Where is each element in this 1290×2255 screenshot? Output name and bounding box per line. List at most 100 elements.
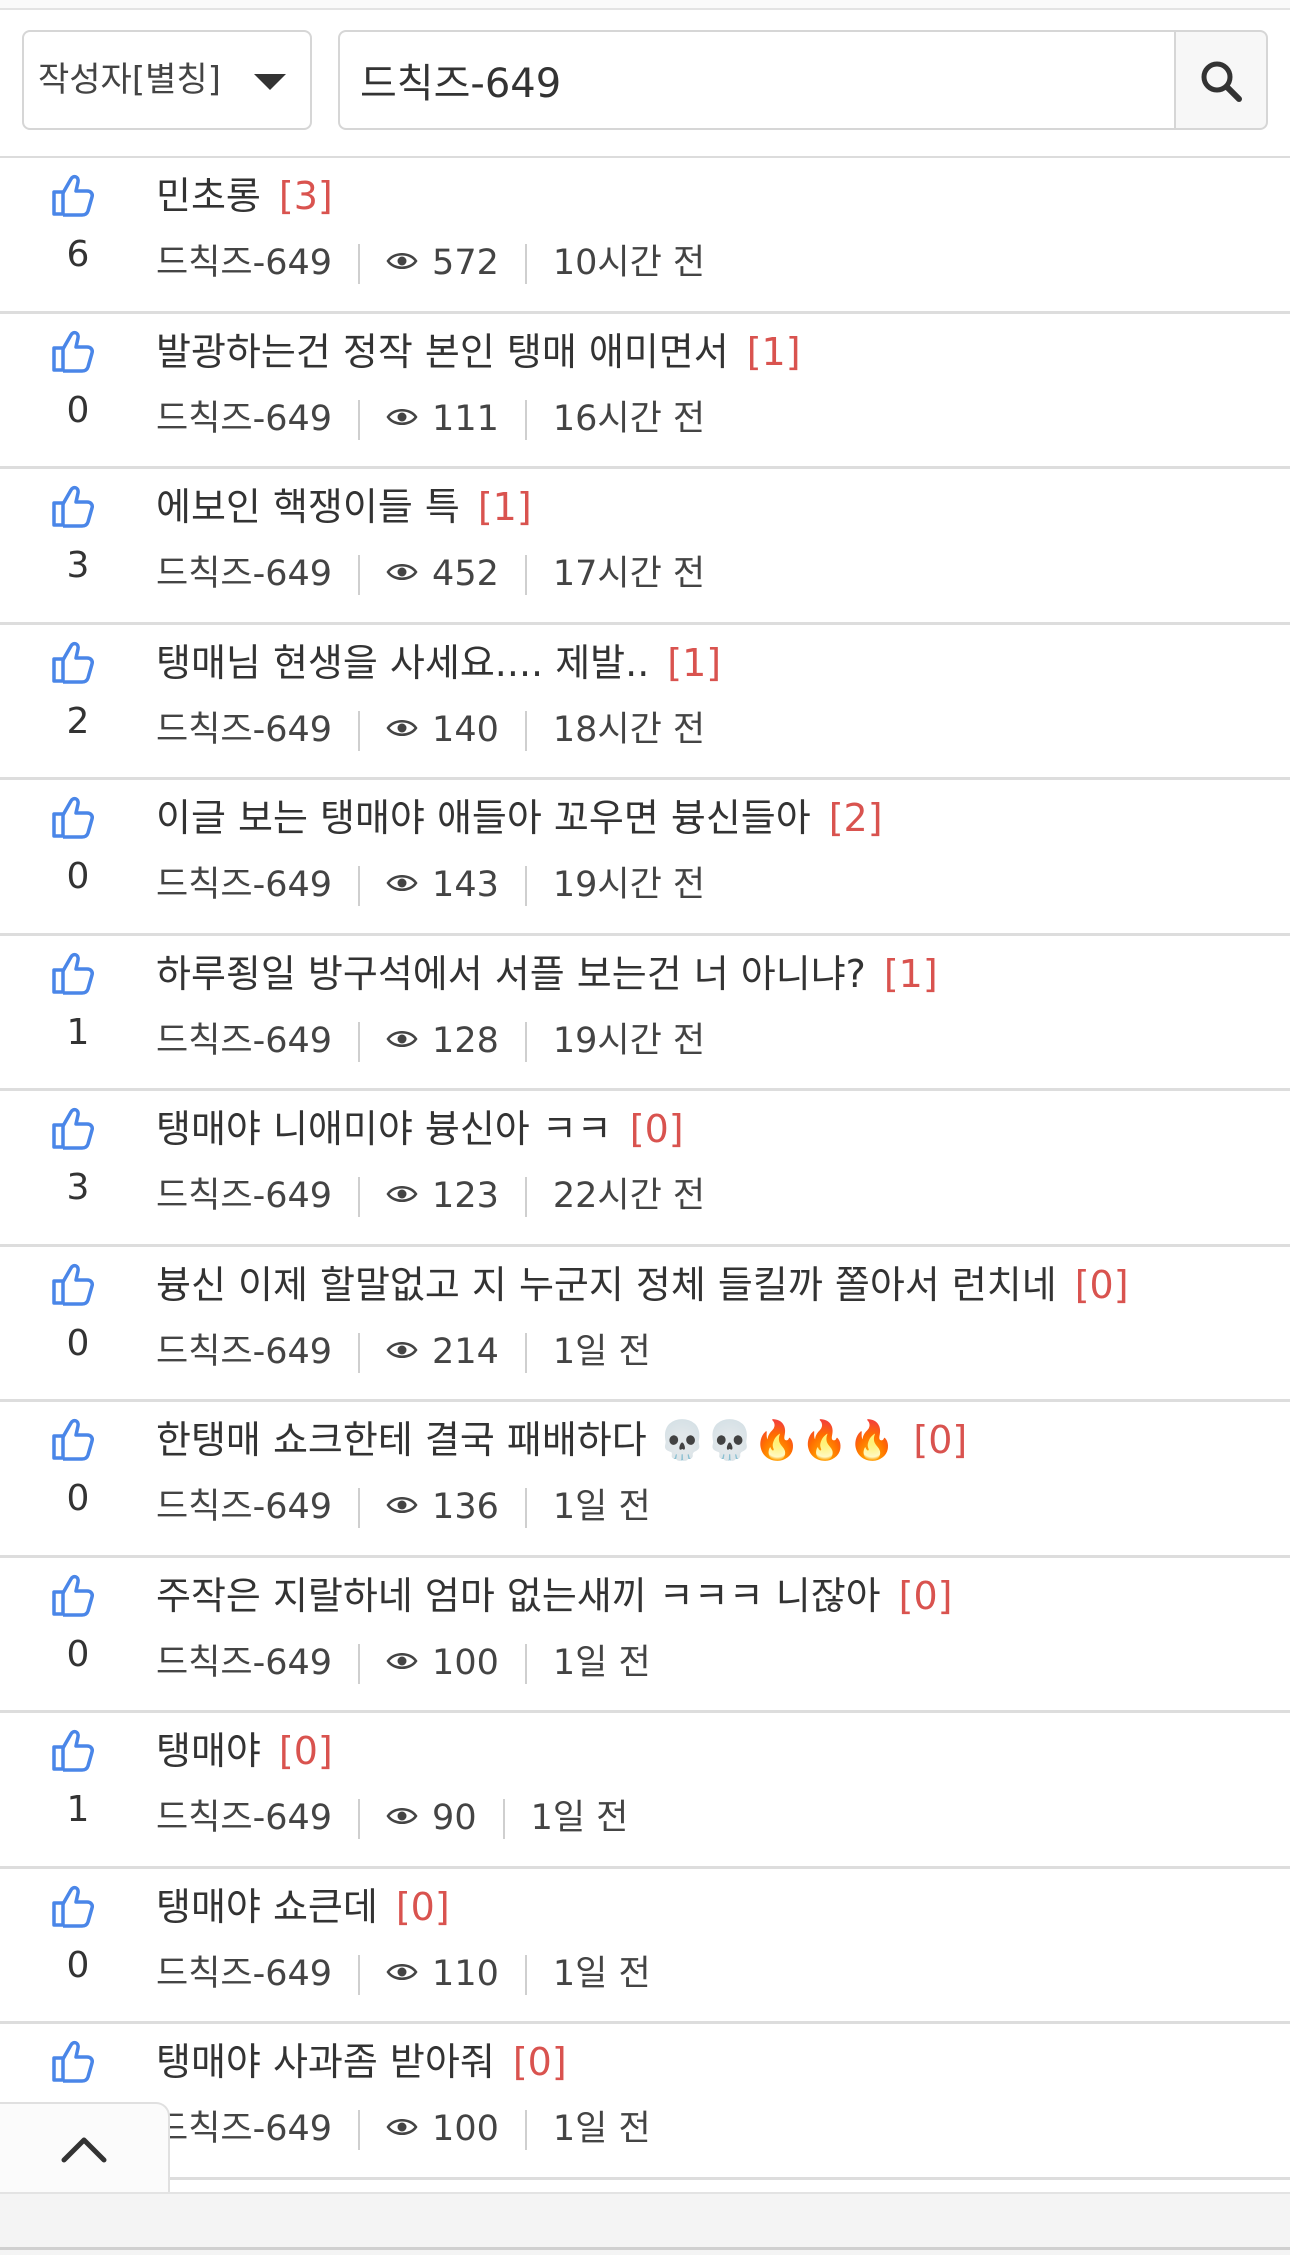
post-author[interactable]: 드칙즈-649 [156, 710, 332, 750]
like-count: 1 [66, 1789, 90, 1830]
post-title-link[interactable]: 탱매야 쇼큰데 [0] [156, 1877, 450, 1937]
eye-icon [386, 1808, 418, 1824]
post-time: 1일 전 [552, 2109, 651, 2149]
comment-count: [0] [512, 2040, 567, 2084]
comment-count: [1] [883, 951, 938, 996]
post-row[interactable]: 3 탱매야 니애미야 븅신아 ㅋㅋ [0] 드칙즈-649 123 22시간 전 [0, 1091, 1290, 1247]
post-title-link[interactable]: 민초롱 [3] [156, 166, 333, 226]
post-author[interactable]: 드칙즈-649 [156, 2109, 332, 2149]
eye-icon [386, 1497, 418, 1513]
post-time: 1일 전 [552, 1953, 651, 1994]
post-row[interactable]: 0 발광하는건 정작 본인 탱매 애미면서 [1] 드칙즈-649 111 16시간 전 [0, 314, 1290, 469]
meta-separator [524, 1177, 527, 1217]
comment-count: [0] [629, 1107, 684, 1151]
meta-separator [524, 555, 527, 595]
post-title-link[interactable]: 븅신 이제 할말없고 지 누군지 정체 들킬까 쫄아서 런치네 [0] [156, 1255, 1129, 1315]
post-title-link[interactable]: 이글 보는 탱매야 애들아 꼬우면 븅신들아 [2] [156, 788, 883, 848]
eye-icon [386, 253, 418, 269]
post-time: 1일 전 [552, 1331, 651, 1372]
post-row[interactable]: 1 탱매야 [0] 드칙즈-649 90 1일 전 [0, 1713, 1290, 1869]
post-row[interactable]: 탱매야 사과좀 받아줘 [0] 드칙즈-649 100 1일 전 [0, 2024, 1290, 2180]
post-title-link[interactable]: 탱매야 사과좀 받아줘 [0] [156, 2032, 567, 2092]
post-title: 하루죙일 방구석에서 서플 보는건 너 아니냐? [156, 951, 866, 996]
view-count: 572 [432, 243, 499, 283]
thumbs-up-icon[interactable] [50, 328, 96, 374]
meta-separator [358, 555, 361, 595]
post-author[interactable]: 드칙즈-649 [156, 243, 332, 283]
thumbs-up-icon[interactable] [50, 639, 96, 685]
thumbs-up-icon[interactable] [50, 794, 96, 840]
thumbs-up-icon[interactable] [50, 1105, 96, 1151]
post-row[interactable]: 1 하루죙일 방구석에서 서플 보는건 너 아니냐? [1] 드칙즈-649 128 19… [0, 936, 1290, 1091]
post-title: 탱매야 [156, 1729, 261, 1773]
view-count: 111 [432, 398, 499, 439]
post-row[interactable]: 0 븅신 이제 할말없고 지 누군지 정체 들킬까 쫄아서 런치네 [0] 드칙즈-6… [0, 1247, 1290, 1402]
thumbs-up-icon[interactable] [50, 950, 96, 996]
post-author[interactable]: 드칙즈-649 [156, 1954, 332, 1994]
post-row[interactable]: 0 주작은 지랄하네 엄마 없는새끼 ㅋㅋㅋ 니잖아 [0] 드칙즈-649 100 1일… [0, 1558, 1290, 1713]
post-title-link[interactable]: 에보인 핵쟁이들 특 [1] [156, 477, 532, 537]
post-meta: 드칙즈-649 136 1일 전 [156, 1482, 651, 1532]
post-title: 에보인 핵쟁이들 특 [156, 485, 460, 529]
search-input[interactable] [338, 30, 1174, 130]
post-author[interactable]: 드칙즈-649 [156, 1021, 332, 1061]
post-author[interactable]: 드칙즈-649 [156, 1798, 332, 1838]
search-filter-select[interactable]: 작성자[별칭] [22, 30, 312, 130]
meta-separator [524, 710, 527, 751]
view-count: 100 [432, 1642, 499, 1683]
thumbs-up-icon[interactable] [50, 1416, 96, 1462]
thumbs-up-icon[interactable] [50, 1572, 96, 1618]
thumbs-up-icon[interactable] [50, 1727, 96, 1773]
post-row[interactable]: 0 이글 보는 탱매야 애들아 꼬우면 븅신들아 [2] 드칙즈-649 143 19시간… [0, 780, 1290, 936]
post-title-link[interactable]: 하루죙일 방구석에서 서플 보는건 너 아니냐? [1] [156, 944, 938, 1004]
post-row[interactable]: 0 탱매야 쇼큰데 [0] 드칙즈-649 110 1일 전 [0, 1869, 1290, 2024]
post-time: 17시간 전 [552, 554, 706, 594]
thumbs-up-icon[interactable] [50, 483, 96, 529]
eye-icon [386, 1963, 418, 1980]
post-row[interactable]: 3 에보인 핵쟁이들 특 [1] 드칙즈-649 452 17시간 전 [0, 469, 1290, 625]
like-count: 2 [66, 700, 90, 742]
meta-separator [502, 1799, 505, 1839]
comment-count: [2] [828, 796, 883, 840]
post-row[interactable]: 2 탱매님 현생을 사세요.... 제발.. [1] 드칙즈-649 140 18시간 전 [0, 625, 1290, 780]
post-meta: 드칙즈-649 90 1일 전 [156, 1793, 628, 1843]
post-meta: 드칙즈-649 128 19시간 전 [156, 1016, 705, 1066]
eye-icon [386, 1341, 418, 1358]
post-title-link[interactable]: 탱매야 니애미야 븅신아 ㅋㅋ [0] [156, 1099, 684, 1159]
eye-icon [386, 2119, 418, 2135]
meta-separator [358, 710, 361, 751]
post-row[interactable]: 0 한탱매 쇼크한테 결국 패배하다 💀💀🔥🔥🔥 [0] 드칙즈-649 136 1일 전 [0, 1402, 1290, 1558]
scroll-to-top-button[interactable] [0, 2102, 170, 2192]
post-title-link[interactable]: 탱매님 현생을 사세요.... 제발.. [1] [156, 633, 721, 693]
search-button[interactable] [1174, 30, 1268, 130]
post-row[interactable]: 6 민초롱 [3] 드칙즈-649 572 10시간 전 [0, 158, 1290, 314]
comment-count: [1] [746, 329, 801, 374]
thumbs-up-icon[interactable] [50, 172, 96, 218]
post-title-link[interactable]: 발광하는건 정작 본인 탱매 애미면서 [1] [156, 322, 801, 382]
post-title-link[interactable]: 한탱매 쇼크한테 결국 패배하다 💀💀🔥🔥🔥 [0] [156, 1410, 967, 1470]
post-author[interactable]: 드칙즈-649 [156, 1643, 332, 1683]
eye-icon [386, 564, 418, 580]
post-author[interactable]: 드칙즈-649 [156, 1332, 332, 1372]
thumbs-up-icon[interactable] [50, 2038, 96, 2084]
comment-count: [0] [913, 1418, 968, 1462]
post-time: 18시간 전 [552, 709, 706, 750]
meta-separator [524, 399, 527, 440]
post-author[interactable]: 드칙즈-649 [156, 554, 332, 594]
like-count: 0 [66, 856, 90, 897]
post-author[interactable]: 드칙즈-649 [156, 1487, 332, 1527]
post-author[interactable]: 드칙즈-649 [156, 865, 332, 905]
thumbs-up-icon[interactable] [50, 1883, 96, 1929]
post-author[interactable]: 드칙즈-649 [156, 399, 332, 439]
thumbs-up-icon[interactable] [50, 1261, 96, 1307]
post-title-link[interactable]: 탱매야 [0] [156, 1721, 333, 1781]
view-count: 452 [432, 554, 499, 594]
meta-separator [358, 866, 361, 906]
meta-separator [358, 1021, 361, 1062]
eye-icon [386, 408, 418, 425]
post-meta: 드칙즈-649 214 1일 전 [156, 1327, 651, 1377]
view-count: 128 [432, 1020, 499, 1061]
comment-count: [1] [477, 485, 532, 529]
post-title-link[interactable]: 주작은 지랄하네 엄마 없는새끼 ㅋㅋㅋ 니잖아 [0] [156, 1566, 952, 1626]
post-author[interactable]: 드칙즈-649 [156, 1176, 332, 1216]
